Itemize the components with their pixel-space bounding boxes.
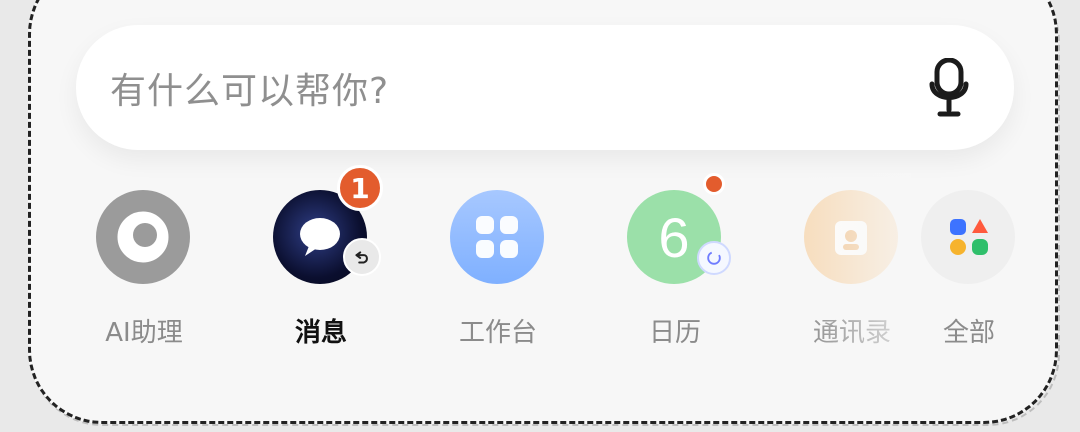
app-label-ai-assistant: AI助理: [105, 318, 183, 348]
undo-icon: [343, 238, 381, 276]
app-label-workbench: 工作台: [458, 318, 537, 348]
contacts-icon: [804, 190, 898, 284]
calendar-day-number: 6: [658, 206, 690, 269]
all-apps-icon: [921, 190, 1015, 284]
app-all[interactable]: 全部: [894, 173, 1044, 348]
mic-icon[interactable]: [926, 57, 972, 118]
app-dock: AI助理 消息 1 工作台 6 日历 通讯录 全部: [31, 165, 1055, 413]
calendar-red-dot: [703, 173, 725, 195]
app-label-calendar: 日历: [648, 318, 701, 348]
search-placeholder[interactable]: 有什么可以帮你?: [110, 25, 389, 150]
app-ai-assistant[interactable]: AI助理: [69, 173, 219, 348]
app-label-messages: 消息: [294, 318, 347, 348]
message-badge-count: 1: [337, 165, 383, 211]
search-bar[interactable]: 有什么可以帮你?: [76, 25, 1014, 150]
sync-icon: [697, 241, 731, 275]
workbench-icon: [450, 190, 544, 284]
app-label-all: 全部: [942, 318, 995, 348]
ai-assistant-icon: [96, 190, 190, 284]
app-workbench[interactable]: 工作台: [423, 173, 573, 348]
phone-frame: 有什么可以帮你? AI助理 消息 1 工作台 6 日历 通讯录 全部: [28, 0, 1058, 424]
